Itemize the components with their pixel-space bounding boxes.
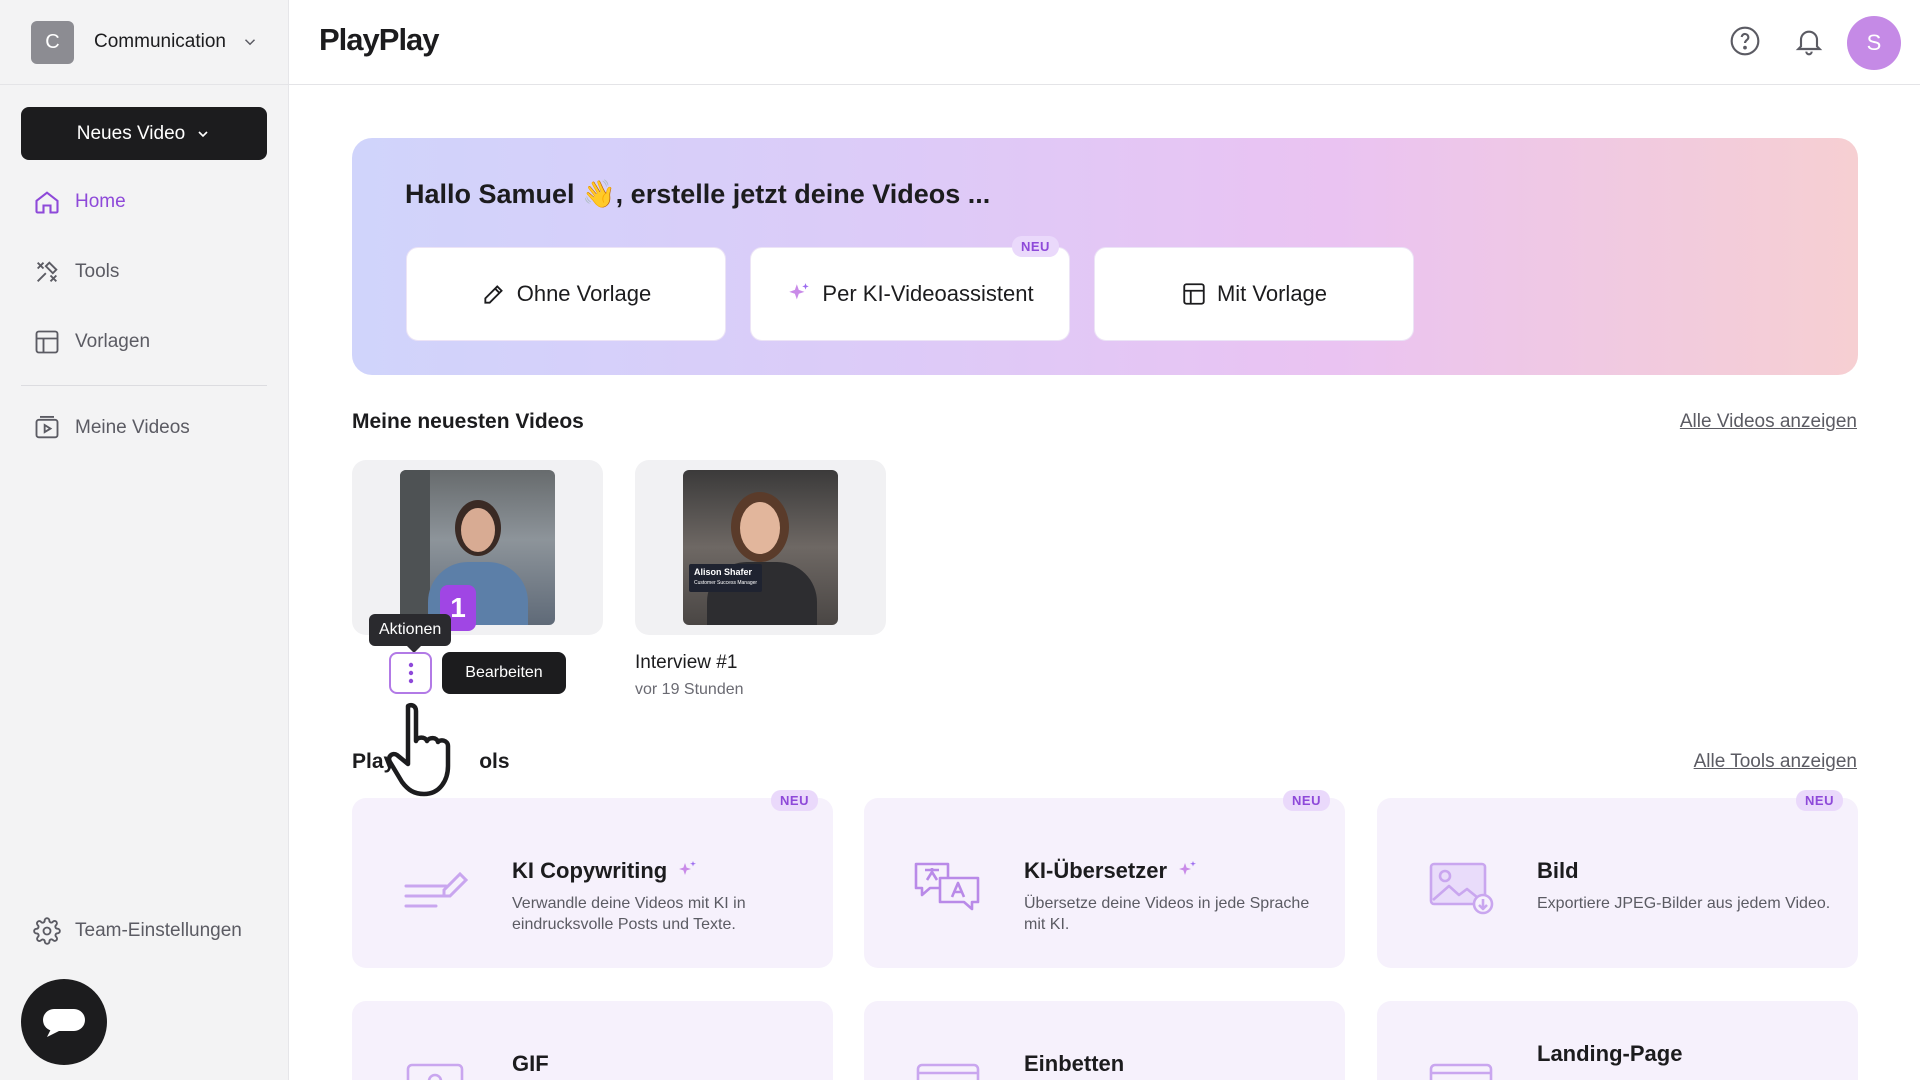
create-with-ai-assistant-button[interactable]: Per KI-Videoassistent — [750, 247, 1070, 341]
all-videos-link[interactable]: Alle Videos anzeigen — [1680, 411, 1857, 433]
chat-icon — [43, 1009, 85, 1037]
tool-title: Bild — [1537, 858, 1579, 884]
person-face — [461, 508, 495, 552]
video-actions-button[interactable] — [389, 652, 432, 694]
sparkle-icon — [679, 861, 697, 875]
tools-title-right: ols — [479, 750, 510, 773]
landing-page-icon — [1429, 1063, 1493, 1080]
top-header: PlayPlay S — [289, 0, 1920, 85]
video-thumbnail: Alison Shafer Customer Success Manager — [683, 470, 838, 625]
new-video-button[interactable]: Neues Video — [21, 107, 267, 160]
copywriting-icon — [404, 871, 469, 908]
button-label: Per KI-Videoassistent — [822, 281, 1034, 306]
lower-third-name-tag: Alison Shafer Customer Success Manager — [689, 564, 763, 592]
tool-card-embed[interactable]: Einbetten — [864, 1001, 1345, 1080]
embed-icon — [916, 1063, 980, 1080]
template-icon — [1183, 283, 1205, 305]
app-root: C Communication Neues Video Home Tools V… — [0, 0, 1920, 1080]
chevron-down-icon — [244, 39, 256, 46]
workspace-switcher[interactable]: C Communication — [0, 0, 289, 85]
playplay-logo[interactable]: PlayPlay — [319, 22, 440, 58]
welcome-hero: Hallo Samuel 👋, erstelle jetzt deine Vid… — [352, 138, 1858, 375]
person-face — [740, 502, 780, 554]
tool-title-text: KI Copywriting — [512, 858, 668, 883]
button-label: Mit Vorlage — [1216, 281, 1328, 306]
name-tag-name: Alison Shafer — [694, 567, 753, 577]
translate-icon — [914, 862, 980, 911]
sidebar-item-label: Home — [75, 191, 126, 212]
video-title[interactable]: Interview #1 — [635, 652, 737, 674]
home-icon — [35, 191, 59, 214]
tool-description: Übersetze deine Videos in jede Sprache m… — [1024, 895, 1310, 933]
new-badge: NEU — [1012, 236, 1059, 257]
support-chat-button[interactable] — [21, 979, 107, 1065]
tool-title-text: Landing-Page — [1537, 1041, 1683, 1066]
tool-title-text: KI-Übersetzer — [1024, 858, 1168, 883]
sidebar-item-tools[interactable]: Tools — [33, 258, 119, 286]
edit-video-button[interactable]: Bearbeiten — [442, 652, 566, 694]
hand-pointer-cursor — [386, 702, 451, 797]
tool-title: Landing-Page — [1537, 1041, 1682, 1067]
user-avatar[interactable]: S — [1847, 16, 1901, 70]
video-card[interactable] — [352, 460, 603, 635]
tool-card-gif[interactable]: GIF — [352, 1001, 833, 1080]
image-export-icon — [1429, 862, 1494, 915]
tool-description: Verwandle deine Videos mit KI in eindruc… — [512, 895, 746, 933]
name-tag-role: Customer Success Manager — [694, 580, 758, 586]
tool-title-text: Einbetten — [1024, 1051, 1125, 1076]
sparkle-icon — [789, 283, 810, 300]
tool-description: Exportiere JPEG-Bilder aus jedem Video. — [1537, 895, 1831, 912]
tool-title: KI Copywriting — [512, 858, 699, 884]
all-tools-link[interactable]: Alle Tools anzeigen — [1694, 751, 1857, 773]
tools-icon — [37, 261, 58, 282]
template-icon — [35, 330, 59, 354]
create-with-template-button[interactable]: Mit Vorlage — [1094, 247, 1414, 341]
create-without-template-button[interactable]: Ohne Vorlage — [406, 247, 726, 341]
workspace-name: Communication — [94, 31, 226, 52]
sidebar-item-label: Meine Videos — [75, 417, 190, 438]
button-label: Ohne Vorlage — [516, 281, 652, 306]
tool-card-landing-page[interactable]: Landing-Page — [1377, 1001, 1858, 1080]
sidebar-item-templates[interactable]: Vorlagen — [33, 328, 150, 356]
tool-title-text: GIF — [512, 1051, 549, 1076]
tool-title: Einbetten — [1024, 1051, 1124, 1077]
team-settings-label: Team-Einstellungen — [75, 920, 242, 941]
new-badge: NEU — [771, 790, 818, 811]
more-vertical-icon — [408, 662, 413, 684]
actions-tooltip: Aktionen — [369, 614, 452, 653]
video-library-icon — [35, 415, 59, 439]
tool-card-image[interactable]: Bild Exportiere JPEG-Bilder aus jedem Vi… — [1377, 790, 1858, 968]
tool-card-ki-copywriting[interactable]: KI Copywriting Verwandle deine Videos mi… — [352, 790, 833, 968]
nav-divider — [21, 385, 267, 386]
recent-videos-title: Meine neuesten Videos — [352, 410, 584, 433]
new-badge: NEU — [1283, 790, 1330, 811]
sidebar-item-home[interactable]: Home — [33, 188, 126, 216]
video-timestamp: vor 19 Stunden — [635, 681, 744, 698]
tool-title-text: Bild — [1537, 858, 1579, 883]
hero-title: Hallo Samuel 👋, erstelle jetzt deine Vid… — [405, 179, 991, 209]
tool-title: KI-Übersetzer — [1024, 858, 1199, 884]
tool-card-ki-translator[interactable]: KI-Übersetzer Übersetze deine Videos in … — [864, 790, 1345, 968]
chevron-down-icon — [198, 130, 208, 137]
team-settings-link[interactable]: Team-Einstellungen — [33, 917, 242, 945]
gear-icon — [33, 917, 61, 945]
help-icon[interactable] — [1729, 25, 1761, 57]
sidebar: C Communication Neues Video Home Tools V… — [0, 0, 289, 1080]
new-badge: NEU — [1796, 790, 1843, 811]
sparkle-icon — [1179, 861, 1197, 875]
thumbnail-doorframe — [400, 470, 430, 625]
tool-title: GIF — [512, 1051, 549, 1077]
bell-icon[interactable] — [1793, 25, 1825, 57]
pencil-icon — [484, 285, 503, 304]
sidebar-item-label: Tools — [75, 261, 120, 282]
video-card[interactable]: Alison Shafer Customer Success Manager — [635, 460, 886, 635]
video-thumbnail — [400, 470, 555, 625]
sidebar-item-label: Vorlagen — [75, 331, 151, 352]
gif-icon — [406, 1063, 464, 1080]
new-video-label: Neues Video — [76, 122, 186, 144]
workspace-avatar: C — [31, 20, 74, 64]
sidebar-item-my-videos[interactable]: Meine Videos — [33, 414, 190, 442]
